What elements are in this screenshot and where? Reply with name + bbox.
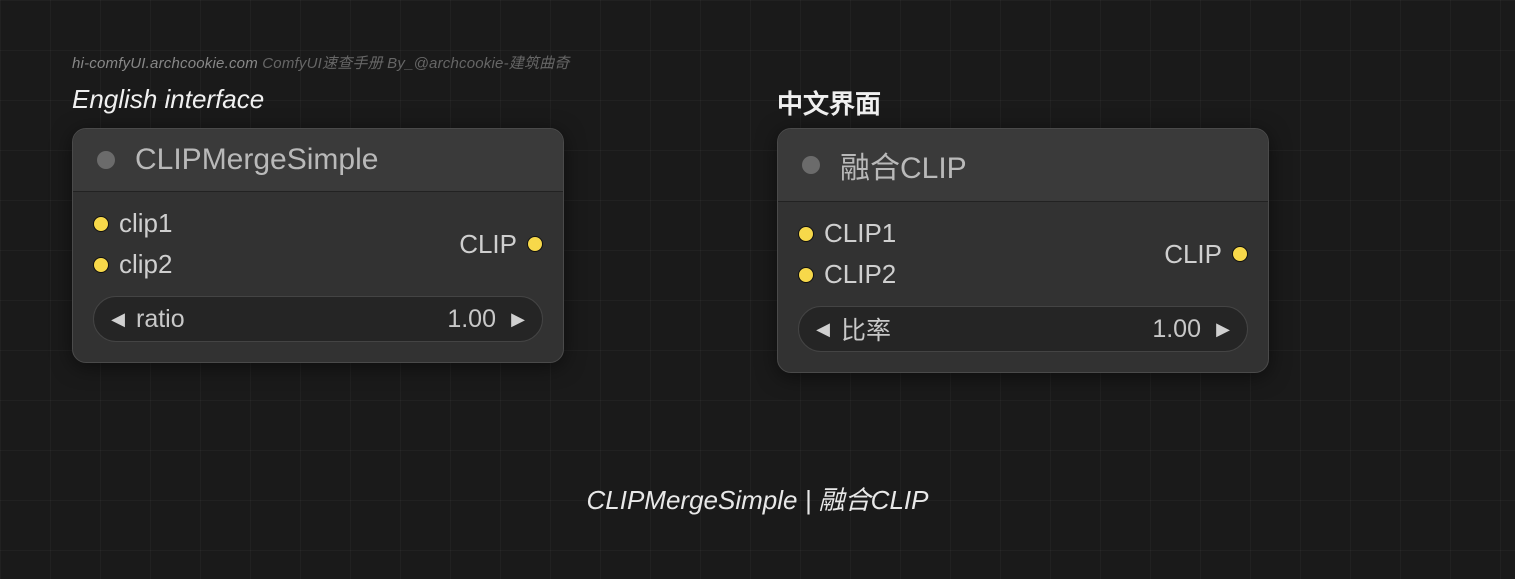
- input-slot-clip1[interactable]: CLIP1: [798, 218, 896, 249]
- socket-icon[interactable]: [798, 226, 814, 242]
- widget-value[interactable]: 1.00: [1152, 315, 1201, 344]
- widget-ratio[interactable]: ◀ ratio 1.00 ▶: [93, 296, 543, 342]
- node-clipmergesimple-en[interactable]: CLIPMergeSimple clip1 clip2 CLIP: [72, 128, 564, 363]
- arrow-left-icon[interactable]: ◀: [108, 309, 128, 330]
- output-label: CLIP: [1164, 239, 1222, 270]
- socket-icon[interactable]: [93, 257, 109, 273]
- node-title: 融合CLIP: [840, 143, 967, 187]
- input-slot-clip2[interactable]: CLIP2: [798, 259, 896, 290]
- socket-icon[interactable]: [798, 267, 814, 283]
- node-body: clip1 clip2 CLIP ◀ ratio 1.00 ▶: [73, 192, 563, 362]
- watermark: hi-comfyUI.archcookie.com ComfyUI速查手册 By…: [72, 52, 570, 73]
- widget-label: 比率: [841, 311, 891, 347]
- watermark-text: ComfyUI速查手册 By_@archcookie-建筑曲奇: [262, 55, 569, 72]
- widget-label: ratio: [136, 305, 185, 334]
- widget-ratio[interactable]: ◀ 比率 1.00 ▶: [798, 306, 1248, 352]
- node-body: CLIP1 CLIP2 CLIP ◀ 比率 1.00 ▶: [778, 202, 1268, 372]
- output-slot-clip[interactable]: CLIP: [1164, 239, 1248, 270]
- arrow-left-icon[interactable]: ◀: [813, 319, 833, 340]
- node-title: CLIPMergeSimple: [135, 143, 378, 177]
- input-label: CLIP2: [824, 259, 896, 290]
- arrow-right-icon[interactable]: ▶: [508, 309, 528, 330]
- socket-icon[interactable]: [93, 216, 109, 232]
- input-slot-clip2[interactable]: clip2: [93, 249, 172, 280]
- input-label: clip1: [119, 208, 172, 239]
- output-slot-clip[interactable]: CLIP: [459, 229, 543, 260]
- input-label: CLIP1: [824, 218, 896, 249]
- figure-caption: CLIPMergeSimple | 融合CLIP: [0, 480, 1515, 517]
- node-header[interactable]: 融合CLIP: [778, 129, 1268, 202]
- section-label-english: English interface: [72, 84, 264, 115]
- section-label-chinese: 中文界面: [777, 84, 881, 121]
- input-label: clip2: [119, 249, 172, 280]
- socket-icon[interactable]: [527, 236, 543, 252]
- node-clipmergesimple-zh[interactable]: 融合CLIP CLIP1 CLIP2 CLIP ◀: [777, 128, 1269, 373]
- node-collapse-dot-icon[interactable]: [97, 151, 115, 169]
- node-header[interactable]: CLIPMergeSimple: [73, 129, 563, 192]
- socket-icon[interactable]: [1232, 246, 1248, 262]
- output-label: CLIP: [459, 229, 517, 260]
- node-collapse-dot-icon[interactable]: [802, 156, 820, 174]
- arrow-right-icon[interactable]: ▶: [1213, 319, 1233, 340]
- widget-value[interactable]: 1.00: [447, 305, 496, 334]
- input-slot-clip1[interactable]: clip1: [93, 208, 172, 239]
- watermark-site: hi-comfyUI.archcookie.com: [72, 55, 258, 72]
